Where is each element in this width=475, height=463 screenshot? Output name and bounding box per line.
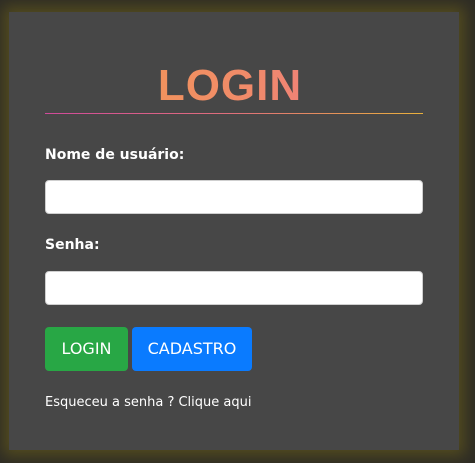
login-button[interactable]: LOGIN	[45, 327, 128, 371]
forgot-password-text: Esqueceu a senha ? Clique aqui	[45, 394, 251, 412]
username-input[interactable]	[45, 180, 423, 214]
forgot-password-prefix: Esqueceu a senha ?	[45, 395, 175, 410]
forgot-password-link[interactable]: Clique aqui	[178, 395, 251, 410]
register-button[interactable]: CADASTRO	[132, 327, 252, 371]
password-input[interactable]	[45, 271, 423, 305]
title-divider	[45, 113, 423, 114]
password-label: Senha:	[45, 237, 100, 253]
page-background: LOGIN Nome de usuário: Senha: LOGIN CADA…	[0, 0, 475, 463]
login-card: LOGIN Nome de usuário: Senha: LOGIN CADA…	[9, 12, 459, 450]
username-label: Nome de usuário:	[45, 147, 185, 163]
page-title: LOGIN	[5, 62, 455, 110]
